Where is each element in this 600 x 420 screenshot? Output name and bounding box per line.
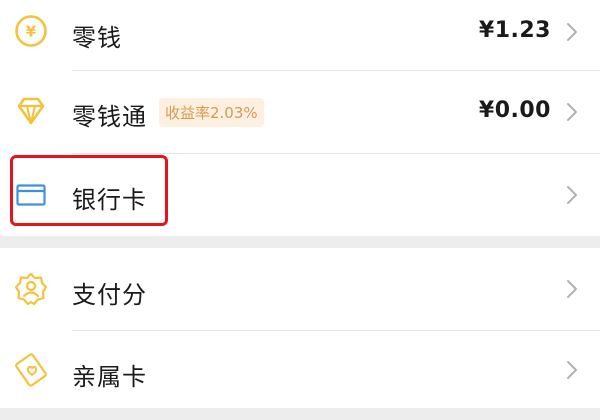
- chevron-right-icon: [566, 279, 578, 299]
- change-plus-balance: ¥0.00: [478, 98, 551, 123]
- services-section: 支付分 亲属卡: [0, 248, 600, 408]
- family-card-icon: [13, 352, 49, 388]
- change-balance: ¥1.23: [478, 18, 551, 43]
- list-item-change[interactable]: ¥ 零钱 ¥1.23: [0, 0, 600, 70]
- payscore-label: 支付分: [72, 281, 147, 309]
- svg-text:¥: ¥: [26, 23, 37, 41]
- list-item-change-plus[interactable]: 零钱通 收益率2.03% ¥0.00: [0, 71, 600, 153]
- diamond-icon: [13, 93, 49, 129]
- yuan-coin-icon: ¥: [13, 13, 49, 49]
- highlight-annotation-box: [10, 155, 168, 226]
- yield-rate-badge: 收益率2.03%: [159, 98, 264, 127]
- change-plus-label: 零钱通: [72, 103, 147, 131]
- list-item-payscore[interactable]: 支付分: [0, 248, 600, 330]
- payscore-badge-icon: [13, 271, 49, 307]
- chevron-right-icon: [566, 102, 578, 122]
- chevron-right-icon: [566, 360, 578, 380]
- chevron-right-icon: [566, 185, 578, 205]
- family-card-label: 亲属卡: [72, 363, 147, 391]
- change-label: 零钱: [72, 24, 122, 52]
- chevron-right-icon: [566, 22, 578, 42]
- list-item-family-card[interactable]: 亲属卡: [0, 331, 600, 408]
